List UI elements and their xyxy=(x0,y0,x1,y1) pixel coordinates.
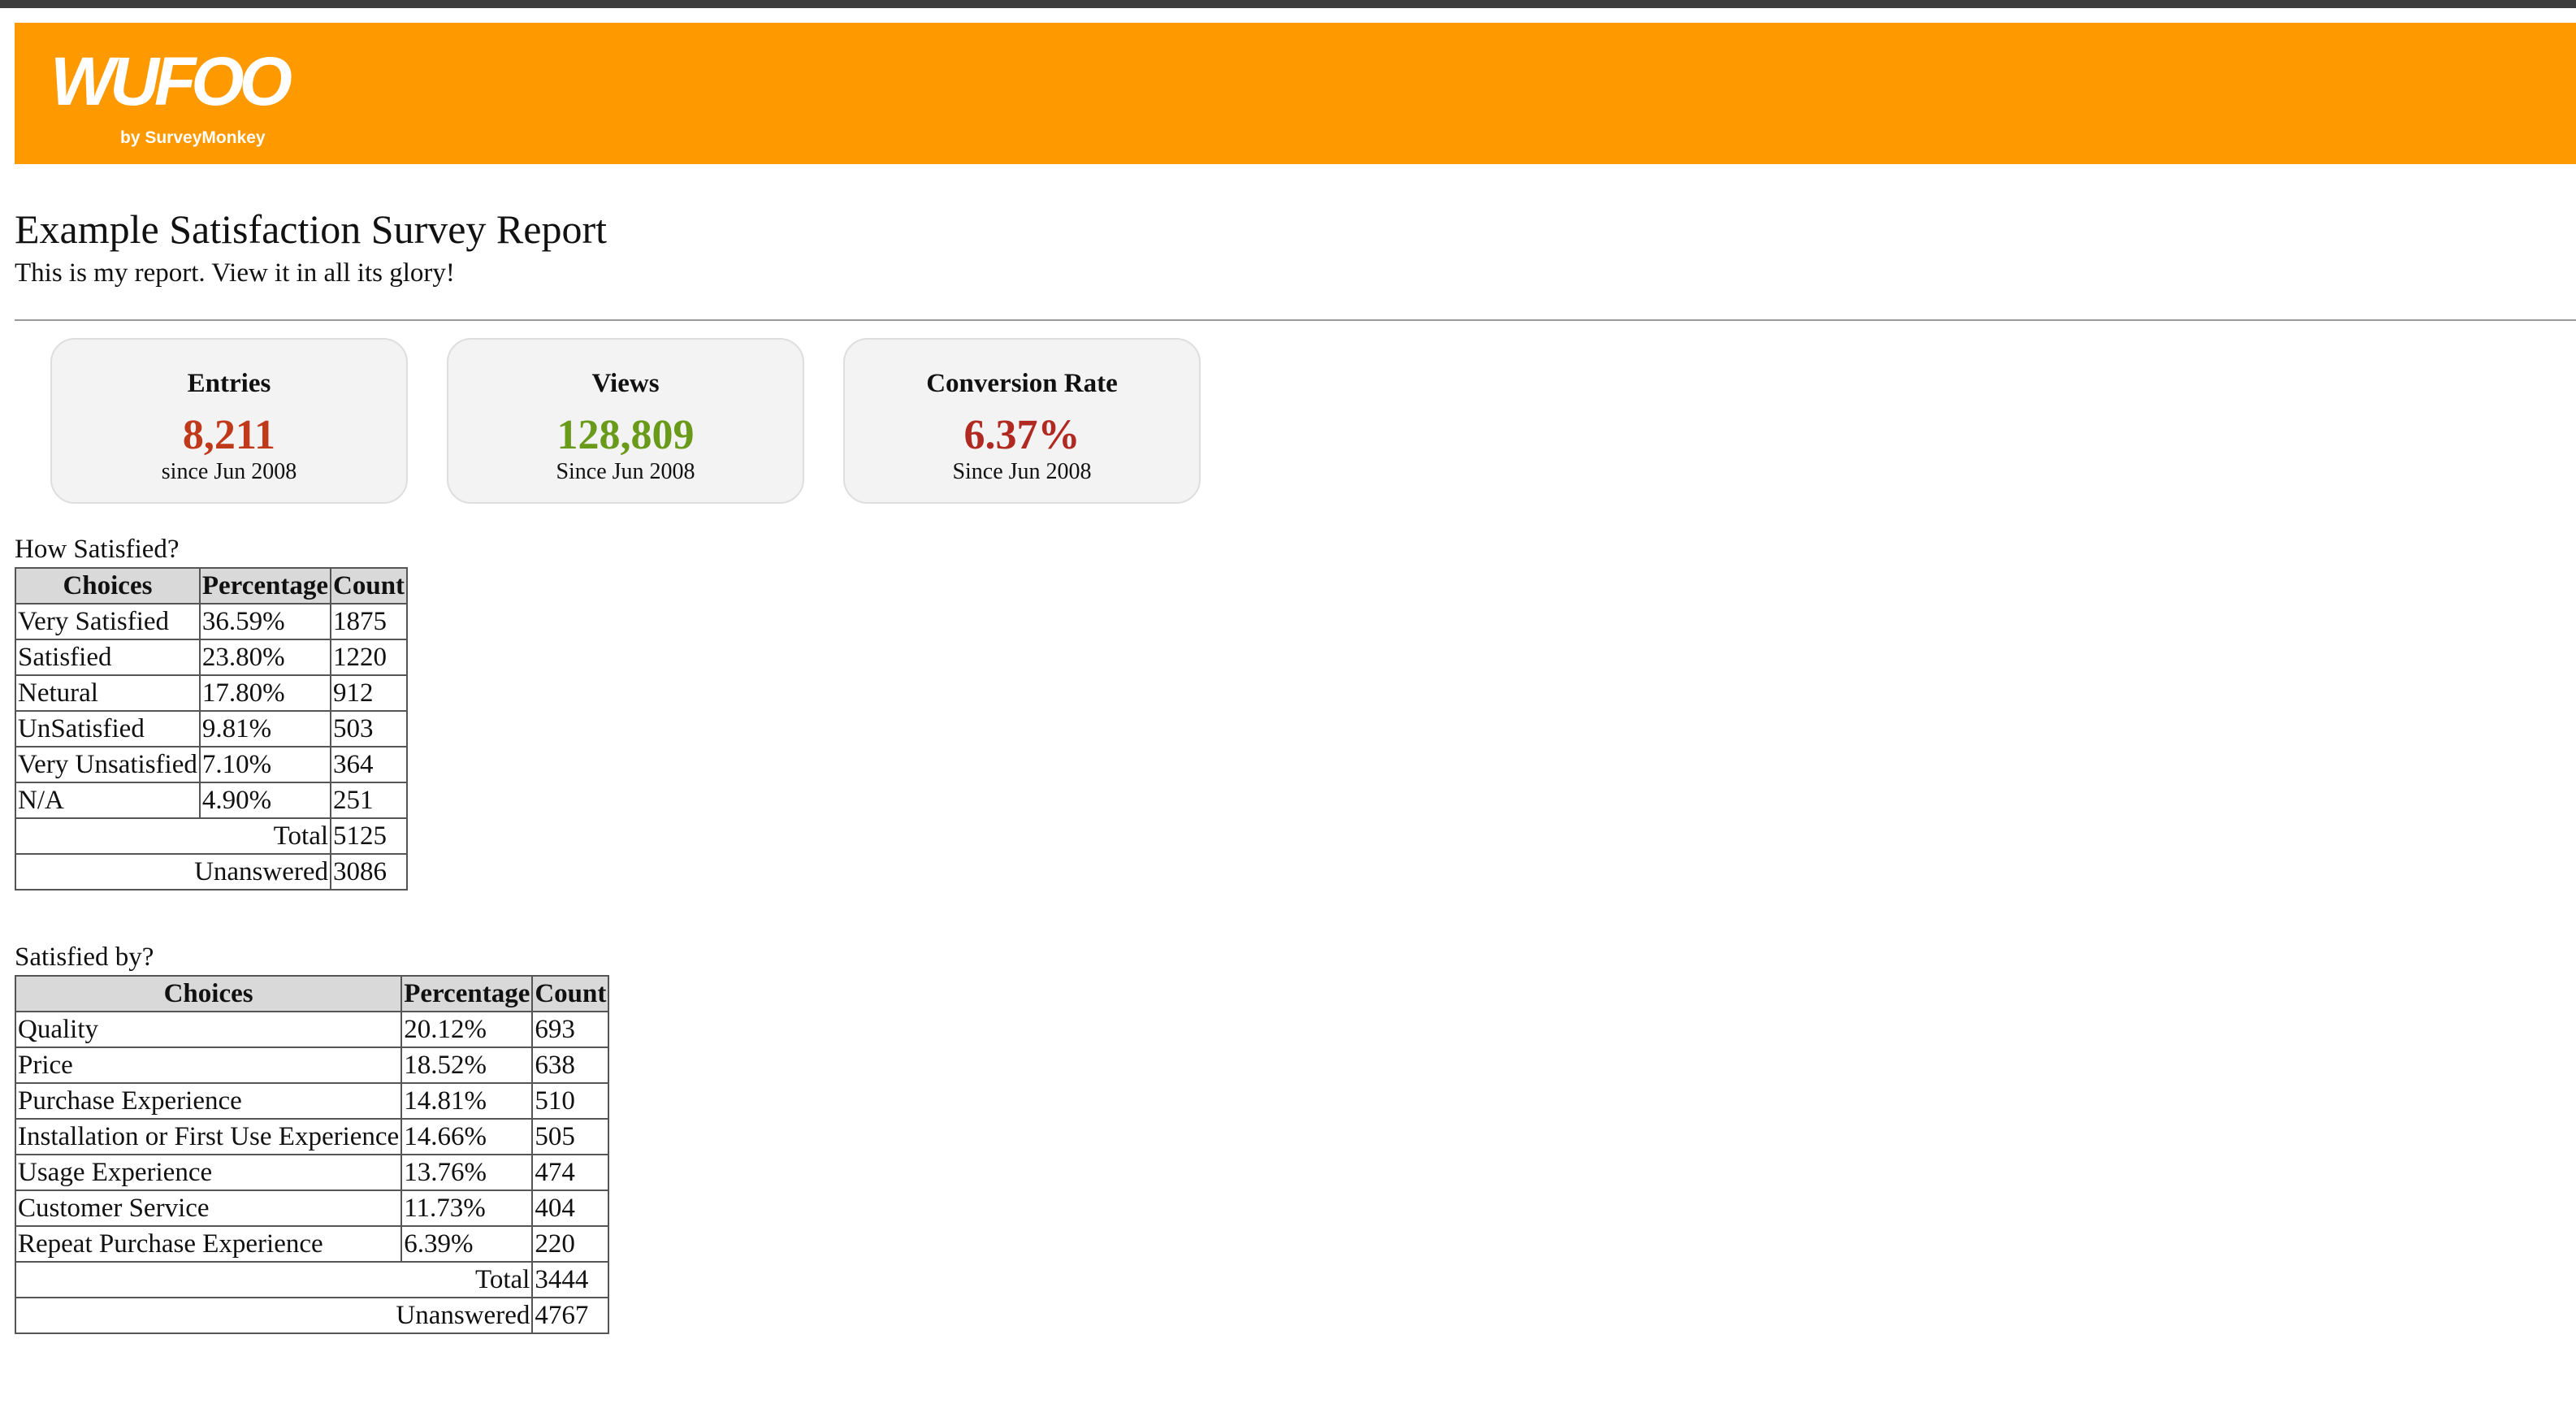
column-header: Percentage xyxy=(400,975,534,1012)
table-cell: 18.52% xyxy=(400,1046,534,1084)
table-cell: 503 xyxy=(330,710,409,748)
unanswered-row-value: 4767 xyxy=(531,1297,610,1334)
table-header-row: Choices Percentage Count xyxy=(14,975,610,1012)
table-header-row: Choices Percentage Count xyxy=(15,567,409,604)
report-title: Example Satisfaction Survey Report xyxy=(15,206,608,252)
table-cell: 4.90% xyxy=(198,782,332,819)
unanswered-row: Unanswered 4767 xyxy=(14,1297,610,1334)
table-cell: Customer Service xyxy=(14,1190,403,1227)
column-header: Count xyxy=(330,567,409,604)
table-cell: Quality xyxy=(14,1011,403,1048)
header-divider xyxy=(15,319,2576,321)
table-cell: Price xyxy=(14,1046,403,1084)
table-row: Netural 17.80% 912 xyxy=(15,674,409,712)
table-cell: 251 xyxy=(330,782,409,819)
total-row: Total 3444 xyxy=(14,1261,610,1298)
table-row: N/A 4.90% 251 xyxy=(15,782,409,819)
how-satisfied-table: Choices Percentage Count Very Satisfied 36.5… xyxy=(14,567,409,890)
column-header: Count xyxy=(531,975,610,1012)
logo-wordmark: WUFOO xyxy=(50,43,292,119)
total-row-value: 3444 xyxy=(531,1261,610,1298)
table-cell: 404 xyxy=(531,1190,610,1227)
table-cell: UnSatisfied xyxy=(15,710,201,748)
table-cell: Very Unsatisfied xyxy=(15,746,201,783)
table-row: Price 18.52% 638 xyxy=(14,1046,610,1084)
table-cell: 6.39% xyxy=(400,1225,534,1263)
table-cell: 220 xyxy=(531,1225,610,1263)
stat-card-views: Views 128,809 Since Jun 2008 xyxy=(447,338,804,504)
table-caption: Satisfied by? xyxy=(15,942,154,972)
table-cell: Very Satisfied xyxy=(15,603,201,640)
table-row: Quality 20.12% 693 xyxy=(14,1011,610,1048)
table-cell: 1220 xyxy=(330,639,409,676)
table-row: Repeat Purchase Experience 6.39% 220 xyxy=(14,1225,610,1263)
stat-label: Conversion Rate xyxy=(926,369,1118,398)
table-cell: 14.66% xyxy=(400,1118,534,1155)
table-cell: 693 xyxy=(531,1011,610,1048)
browser-top-bar xyxy=(0,0,2576,8)
table-cell: 1875 xyxy=(330,603,409,640)
table-row: Satisfied 23.80% 1220 xyxy=(15,639,409,676)
table-cell: 23.80% xyxy=(198,639,332,676)
table-cell: Repeat Purchase Experience xyxy=(14,1225,403,1263)
column-header: Choices xyxy=(14,975,403,1012)
total-row-label: Total xyxy=(14,817,332,855)
stat-value: 6.37% xyxy=(963,412,1080,458)
unanswered-row: Unanswered 3086 xyxy=(14,853,409,890)
table-cell: 36.59% xyxy=(198,603,332,640)
column-header: Percentage xyxy=(198,567,332,604)
table-cell: 364 xyxy=(330,746,409,783)
table-cell: 11.73% xyxy=(400,1190,534,1227)
site-header: WUFOO by SurveyMonkey xyxy=(15,23,2576,164)
table-row: Customer Service 11.73% 404 xyxy=(14,1190,610,1227)
table-cell: 9.81% xyxy=(198,710,332,748)
total-row: Total 5125 xyxy=(14,817,409,855)
table-cell: 912 xyxy=(330,674,409,712)
stat-label: Entries xyxy=(187,369,271,398)
logo-tagline: by SurveyMonkey xyxy=(120,128,266,147)
table-cell: N/A xyxy=(15,782,201,819)
stat-value: 128,809 xyxy=(556,412,695,458)
wufoo-logo[interactable]: WUFOO by SurveyMonkey xyxy=(50,41,294,154)
report-description: This is my report. View it in all its gl… xyxy=(15,258,455,288)
column-header: Choices xyxy=(15,567,201,604)
table-cell: 7.10% xyxy=(198,746,332,783)
satisfied-by-table: Choices Percentage Count Quality 20.12% 693 Pr… xyxy=(14,975,610,1334)
stat-card-conversion-rate: Conversion Rate 6.37% Since Jun 2008 xyxy=(843,338,1201,504)
table-cell: Purchase Experience xyxy=(14,1082,403,1120)
table-cell: Usage Experience xyxy=(14,1154,403,1191)
table-cell: Netural xyxy=(15,674,201,712)
table-row: Usage Experience 13.76% 474 xyxy=(14,1154,610,1191)
table-row: Purchase Experience 14.81% 510 xyxy=(14,1082,610,1120)
stat-value: 8,211 xyxy=(182,412,276,458)
stat-card-entries: Entries 8,211 since Jun 2008 xyxy=(50,338,408,504)
stat-since: Since Jun 2008 xyxy=(556,459,695,484)
table-cell: Installation or First Use Experience xyxy=(14,1118,403,1155)
table-cell: 474 xyxy=(531,1154,610,1191)
table-cell: 17.80% xyxy=(198,674,332,712)
table-row: Installation or First Use Experience 14.6… xyxy=(14,1118,610,1155)
table-cell: Satisfied xyxy=(15,639,201,676)
unanswered-row-value: 3086 xyxy=(330,853,409,890)
unanswered-row-label: Unanswered xyxy=(14,1297,534,1334)
table-cell: 510 xyxy=(531,1082,610,1120)
unanswered-row-label: Unanswered xyxy=(14,853,332,890)
stat-label: Views xyxy=(591,369,660,398)
table-row: Very Unsatisfied 7.10% 364 xyxy=(15,746,409,783)
table-row: UnSatisfied 9.81% 503 xyxy=(15,710,409,748)
stat-since: since Jun 2008 xyxy=(161,459,297,484)
table-row: Very Satisfied 36.59% 1875 xyxy=(15,603,409,640)
table-cell: 20.12% xyxy=(400,1011,534,1048)
stat-since: Since Jun 2008 xyxy=(952,459,1092,484)
table-cell: 638 xyxy=(531,1046,610,1084)
table-cell: 14.81% xyxy=(400,1082,534,1120)
table-cell: 505 xyxy=(531,1118,610,1155)
table-cell: 13.76% xyxy=(400,1154,534,1191)
table-caption: How Satisfied? xyxy=(15,535,180,564)
total-row-label: Total xyxy=(14,1261,534,1298)
total-row-value: 5125 xyxy=(330,817,409,855)
